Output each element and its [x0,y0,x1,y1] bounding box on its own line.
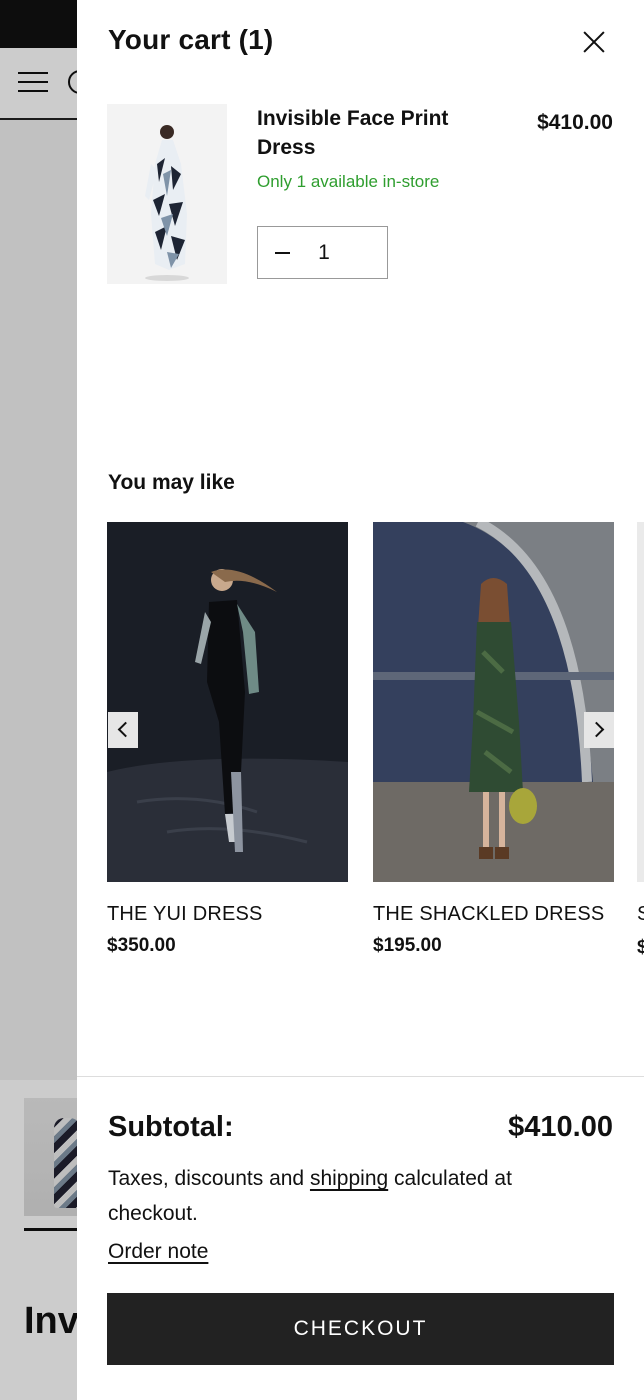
minus-icon[interactable] [275,252,290,254]
tax-note: Taxes, discounts and shipping calculated… [108,1161,578,1231]
subtotal-value: $410.00 [508,1111,613,1143]
cart-title: Your cart (1) [108,24,274,55]
tax-note-text: Taxes, discounts and [108,1167,310,1190]
recommendation-name[interactable]: THE YUI DRESS [107,903,348,926]
recommendation-image[interactable] [107,522,348,882]
recommendation-card-partial[interactable] [637,522,644,882]
quantity-value[interactable]: 1 [316,241,332,265]
stock-status: Only 1 available in-store [257,172,440,191]
shipping-link[interactable]: shipping [310,1167,388,1190]
cart-item-price: $410.00 [537,111,613,134]
carousel-prev-button[interactable] [108,712,138,748]
cart-drawer: Your cart (1) Invisible Face Print Dress… [77,0,644,1400]
subtotal-label: Subtotal: [108,1111,234,1143]
recommendation-price: $195.00 [373,935,442,956]
recommendation-card[interactable]: THE YUI DRESS $350.00 [107,522,348,957]
carousel-next-button[interactable] [584,712,614,748]
recommendation-name[interactable]: THE SHACKLED DRESS [373,903,614,926]
cart-item-name[interactable]: Invisible Face Print Dress [257,104,497,162]
quantity-stepper[interactable]: 1 [257,226,388,279]
recommendation-price-partial: $ [637,937,644,958]
recommendations-heading: You may like [108,471,235,494]
recommendation-image[interactable] [373,522,614,882]
recommendation-name-partial[interactable]: S [637,903,644,926]
chevron-right-icon [588,721,605,738]
cart-item-image[interactable] [107,104,227,284]
cart-footer: Subtotal: $410.00 Taxes, discounts and s… [77,1076,644,1400]
chevron-left-icon [117,721,134,738]
order-note-link[interactable]: Order note [108,1240,208,1264]
recommendation-card[interactable]: THE SHACKLED DRESS $195.00 [373,522,614,957]
recommendation-price: $350.00 [107,935,176,956]
close-icon[interactable] [580,28,608,56]
checkout-button[interactable]: CHECKOUT [107,1293,614,1365]
